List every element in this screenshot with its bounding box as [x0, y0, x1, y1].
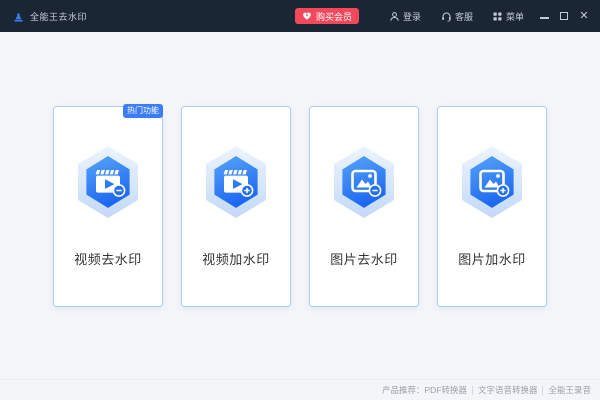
minimize-button[interactable]: [534, 0, 554, 32]
card-label: 图片加水印: [458, 252, 526, 267]
menu-button[interactable]: 菜单: [492, 10, 524, 23]
support-button[interactable]: 客服: [441, 10, 473, 23]
hot-feature-badge: 热门功能: [123, 104, 163, 118]
footer-bar: 产品推荐： PDF转换器 文字语音转换器 全能王录音: [0, 379, 600, 400]
main-area: 热门功能 视频去水印 视频加水印 图片去水印 图片加水印: [0, 32, 600, 379]
close-icon: ✕: [579, 9, 589, 22]
app-logo: 全能王去水印: [12, 10, 87, 23]
close-button[interactable]: ✕: [574, 0, 594, 32]
card-label: 视频去水印: [74, 252, 142, 267]
card-image-remove-watermark[interactable]: 图片去水印: [309, 106, 419, 307]
footer-divider: [542, 385, 544, 395]
user-icon: [390, 11, 399, 21]
app-window: 全能王去水印 购买会员 登录 客服 菜单 ✕ 热门功能 视频去水印 视频加水印 …: [0, 0, 600, 400]
footer-link-text-speech-converter[interactable]: 文字语音转换器: [478, 384, 538, 396]
card-video-remove-watermark[interactable]: 热门功能 视频去水印: [53, 104, 163, 307]
footer-prefix: 产品推荐：: [381, 385, 425, 395]
titlebar: 全能王去水印 购买会员 登录 客服 菜单 ✕: [0, 0, 600, 32]
grid-menu-icon: [493, 11, 502, 21]
image-add-watermark-icon: [462, 146, 522, 218]
maximize-button[interactable]: [554, 0, 574, 32]
video-add-watermark-icon: [206, 146, 266, 218]
headset-icon: [442, 12, 451, 22]
card-label: 图片去水印: [330, 252, 398, 267]
video-remove-watermark-icon: [78, 146, 138, 218]
card-video-add-watermark[interactable]: 视频加水印: [181, 106, 291, 307]
buy-membership-button[interactable]: 购买会员: [294, 8, 359, 24]
stamp-logo-icon: [14, 12, 23, 22]
support-label: 客服: [454, 11, 473, 22]
heart-icon: [303, 12, 311, 20]
titlebar-actions: 购买会员 登录 客服 菜单 ✕: [294, 0, 594, 32]
menu-label: 菜单: [505, 11, 524, 22]
footer-link-recorder[interactable]: 全能王录音: [548, 384, 591, 396]
login-button[interactable]: 登录: [389, 10, 421, 23]
buy-membership-label: 购买会员: [315, 11, 352, 22]
login-label: 登录: [402, 11, 421, 22]
footer-divider: [471, 385, 473, 395]
card-label: 视频加水印: [202, 252, 270, 267]
window-controls: ✕: [534, 0, 594, 32]
maximize-icon: [560, 12, 568, 20]
minimize-icon: [539, 17, 549, 19]
app-title: 全能王去水印: [30, 11, 88, 22]
footer-link-pdf-converter[interactable]: PDF转换器: [424, 384, 467, 396]
card-image-add-watermark[interactable]: 图片加水印: [437, 106, 547, 307]
image-remove-watermark-icon: [334, 146, 394, 218]
